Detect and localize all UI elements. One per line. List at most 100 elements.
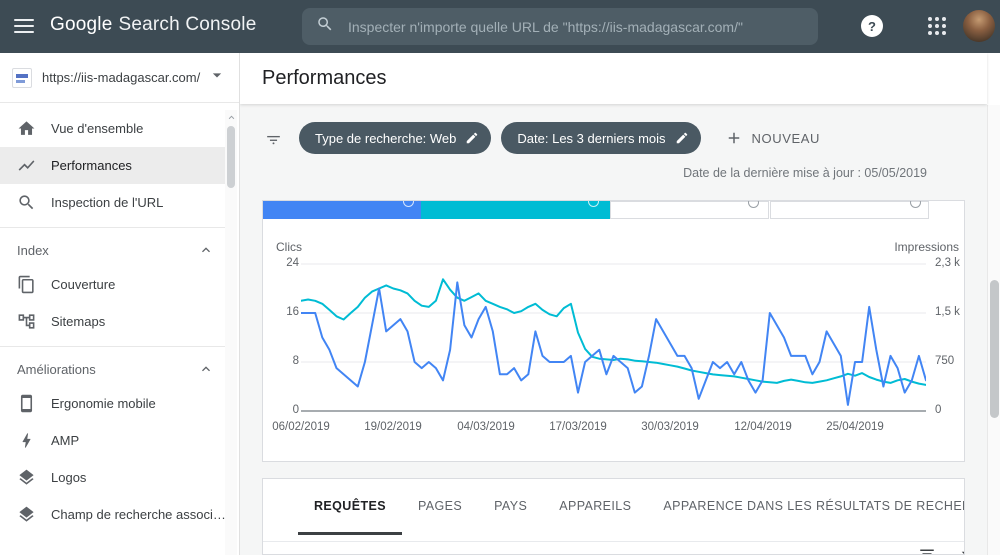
date-range-chip[interactable]: Date: Les 3 derniers mois: [501, 122, 701, 154]
x-axis-tick: 19/02/2019: [364, 421, 422, 433]
sidebar-item-vue-d-ensemble[interactable]: Vue d'ensemble: [0, 110, 228, 147]
sidebar-item-label: Champ de recherche associ…: [51, 507, 226, 522]
left-axis-title: Clics: [276, 240, 302, 254]
tab-appareils[interactable]: APPAREILS: [543, 479, 647, 535]
new-filter-button[interactable]: NOUVEAU: [725, 129, 821, 147]
search-input[interactable]: [348, 18, 804, 35]
left-axis-tick: 24: [286, 257, 299, 269]
performance-chart-panel: Clics Impressions 24 16 8 0 2,3 k 1,5 k 750 0 0…: [262, 200, 965, 462]
page-scrollbar-thumb[interactable]: [990, 280, 999, 418]
date-range-chip-label: Date: Les 3 derniers mois: [517, 130, 666, 146]
url-inspection-searchbox[interactable]: [302, 8, 818, 45]
sidebar-divider: [0, 346, 228, 347]
coverage-icon: [18, 275, 34, 294]
main-content: Performances Type de recherche: Web Date…: [240, 53, 987, 555]
sidebar-item-label: Couverture: [51, 277, 116, 292]
property-url: https://iis-madagascar.com/: [42, 70, 201, 85]
search-type-chip-label: Type de recherche: Web: [315, 130, 457, 146]
x-axis-tick: 04/03/2019: [457, 421, 515, 433]
right-axis-tick: 2,3 k: [935, 257, 960, 269]
dimensions-panel: REQUÊTES PAGES PAYS APPAREILS APPARENCE DANS…: [262, 478, 965, 555]
x-axis-tick: 12/04/2019: [734, 421, 792, 433]
right-axis-tick: 750: [935, 355, 955, 367]
filter-icon[interactable]: [264, 129, 283, 148]
sidebar-nav: Vue d'ensemble Performances Inspection de …: [0, 110, 228, 533]
sidebar-item-label: Ergonomie mobile: [51, 396, 156, 411]
sidebar-item-couverture[interactable]: Couverture: [0, 266, 228, 303]
chevron-down-icon: [207, 65, 227, 90]
tab-requ-tes[interactable]: REQUÊTES: [298, 479, 402, 535]
x-axis-tick: 30/03/2019: [641, 421, 699, 433]
tab-pays[interactable]: PAYS: [478, 479, 543, 535]
plus-icon: [728, 132, 739, 144]
search-icon: [316, 15, 348, 38]
download-icon[interactable]: [958, 545, 964, 554]
page-scrollbar[interactable]: [987, 105, 1000, 555]
sidebar-item-label: Logos: [51, 470, 87, 485]
help-circle-icon[interactable]: [403, 201, 414, 207]
help-icon[interactable]: ?: [861, 15, 883, 37]
sidebar-item-logos[interactable]: Logos: [0, 459, 228, 496]
menu-icon[interactable]: [14, 19, 34, 33]
metric-card-4[interactable]: [770, 201, 929, 219]
help-circle-icon[interactable]: [748, 201, 759, 208]
right-axis-tick: 1,5 k: [935, 306, 960, 318]
page-title: Performances: [262, 67, 387, 89]
app-logo: Google Search Console: [50, 14, 256, 36]
edit-icon: [676, 132, 687, 144]
sidebar-item-label: Vue d'ensemble: [51, 121, 144, 136]
left-axis-tick: 8: [292, 355, 299, 367]
section-label: Améliorations: [17, 361, 96, 377]
table-toolbar: [263, 545, 964, 554]
expand-less-icon: [202, 366, 210, 372]
sidebar-item-inspection-de-l-url[interactable]: Inspection de l'URL: [0, 184, 228, 221]
section-label: Index: [17, 242, 49, 258]
sidebar-item-label: Inspection de l'URL: [51, 195, 164, 210]
sidebar-section-index[interactable]: Index: [0, 234, 228, 266]
sidebar-item-label: Performances: [51, 158, 132, 173]
performance-icon: [18, 160, 35, 171]
logo-product-word: Search Console: [118, 14, 257, 35]
mobile-icon: [20, 394, 33, 413]
user-avatar[interactable]: [963, 10, 995, 42]
home-icon: [18, 121, 35, 135]
sidebar-section-am-liorations[interactable]: Améliorations: [0, 353, 228, 385]
series-line: [301, 278, 926, 386]
property-selector[interactable]: https://iis-madagascar.com/: [0, 53, 239, 103]
edit-icon: [467, 132, 478, 144]
sidebar-item-amp[interactable]: AMP: [0, 422, 228, 459]
sidebar-item-champ-de-recherche-associ[interactable]: Champ de recherche associ…: [0, 496, 228, 533]
metric-card-1[interactable]: [263, 201, 421, 219]
sidebar-divider: [0, 227, 228, 228]
metric-card-2[interactable]: [421, 201, 610, 219]
scroll-up-icon[interactable]: [225, 110, 237, 124]
sidebar-item-performances[interactable]: Performances: [0, 147, 228, 184]
tab-apparence-dans-les-r-sultats-de-recherche[interactable]: APPARENCE DANS LES RÉSULTATS DE RECHERCH…: [647, 479, 964, 535]
search-icon: [19, 195, 34, 210]
search-type-chip[interactable]: Type de recherche: Web: [299, 122, 492, 154]
right-axis-tick: 0: [935, 404, 942, 416]
amp-icon: [22, 433, 31, 448]
metric-card-3[interactable]: [610, 201, 769, 219]
x-axis-tick: 17/03/2019: [549, 421, 607, 433]
left-axis-tick: 16: [286, 306, 299, 318]
sidebar-item-sitemaps[interactable]: Sitemaps: [0, 303, 228, 340]
apps-grid-icon[interactable]: [928, 17, 948, 37]
right-axis-title: Impressions: [894, 240, 959, 254]
layers-icon: [19, 506, 34, 522]
table-filter-icon[interactable]: [918, 545, 936, 554]
tab-pages[interactable]: PAGES: [402, 479, 478, 535]
sidebar-scrollbar[interactable]: [225, 110, 237, 555]
logo-google-word: Google: [50, 14, 113, 35]
sidebar: https://iis-madagascar.com/ Vue d'ensemb…: [0, 53, 240, 555]
property-favicon-icon: [12, 67, 32, 88]
help-circle-icon[interactable]: [910, 201, 921, 208]
page-header: Performances: [240, 53, 987, 104]
sidebar-item-ergonomie-mobile[interactable]: Ergonomie mobile: [0, 385, 228, 422]
line-chart[interactable]: [301, 260, 926, 418]
x-axis-tick: 25/04/2019: [826, 421, 884, 433]
sidebar-scrollbar-thumb[interactable]: [227, 126, 235, 188]
help-circle-icon[interactable]: [588, 201, 599, 207]
series-line: [301, 281, 926, 406]
sidebar-item-label: Sitemaps: [51, 314, 106, 329]
